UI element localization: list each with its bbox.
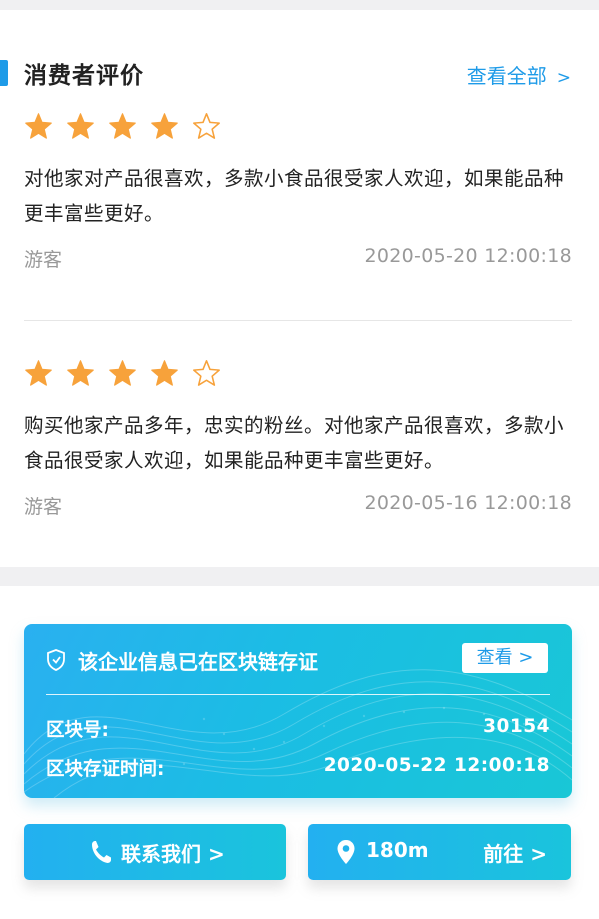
review-meta: 游客 2020-05-16 12:00:18: [24, 492, 572, 522]
section-title: 消费者评价: [24, 63, 144, 89]
review-item: 对他家对产品很喜欢，多款小食品很受家人欢迎，如果能品种更丰富些更好。 游客 20…: [24, 112, 572, 275]
block-number-label: 区块号:: [46, 720, 109, 741]
navigate-button[interactable]: 180m 前往 >: [308, 824, 571, 880]
star-empty-icon: [192, 359, 221, 389]
blockchain-title: 该企业信息已在区块链存证: [78, 650, 318, 674]
contact-us-button[interactable]: 联系我们 >: [24, 824, 286, 880]
phone-icon: [92, 841, 111, 863]
review-divider: [24, 320, 572, 321]
chevron-right-icon: >: [556, 68, 571, 88]
location-pin-icon: [337, 840, 355, 864]
block-time-label: 区块存证时间:: [46, 759, 165, 780]
blockchain-divider: [46, 694, 550, 695]
star-filled-icon: [150, 112, 179, 142]
reviews-header: 消费者评价 查看全部 >: [0, 48, 599, 96]
star-filled-icon: [66, 359, 95, 389]
star-filled-icon: [24, 112, 53, 142]
section-accent-bar: [0, 60, 8, 86]
blockchain-panel: 该企业信息已在区块链存证 查看 > 区块号: 30154 区块存证时间: 202…: [24, 624, 572, 798]
review-time: 2020-05-20 12:00:18: [364, 245, 572, 267]
star-filled-icon: [150, 359, 179, 389]
review-text: 购买他家产品多年，忠实的粉丝。对他家产品很喜欢，多款小食品很受家人欢迎，如果能品…: [24, 414, 565, 472]
star-filled-icon: [24, 359, 53, 389]
review-time: 2020-05-16 12:00:18: [364, 492, 572, 514]
star-filled-icon: [66, 112, 95, 142]
bottom-card: 该企业信息已在区块链存证 查看 > 区块号: 30154 区块存证时间: 202…: [0, 586, 599, 919]
review-item: 购买他家产品多年，忠实的粉丝。对他家产品很喜欢，多款小食品很受家人欢迎，如果能品…: [24, 359, 572, 522]
distance-value: 180m: [366, 838, 429, 862]
block-time-value: 2020-05-22 12:00:18: [323, 755, 550, 776]
star-rating: [24, 359, 572, 389]
goto-label: 前往 >: [483, 842, 547, 866]
star-filled-icon: [108, 359, 137, 389]
view-all-link[interactable]: 查看全部 >: [467, 60, 571, 89]
block-number-row: 区块号: 30154: [46, 716, 550, 744]
blockchain-view-button[interactable]: 查看 >: [462, 643, 548, 673]
block-number-value: 30154: [483, 716, 550, 737]
review-text: 对他家对产品很喜欢，多款小食品很受家人欢迎，如果能品种更丰富些更好。: [24, 167, 565, 225]
block-time-row: 区块存证时间: 2020-05-22 12:00:18: [46, 755, 550, 783]
star-filled-icon: [108, 112, 137, 142]
shield-icon: [47, 649, 65, 671]
review-user: 游客: [24, 249, 63, 271]
review-user: 游客: [24, 496, 63, 518]
view-all-label: 查看全部: [466, 64, 547, 88]
reviews-card: 消费者评价 查看全部 > 对他家对产品很喜欢，多款小食品很受家人欢迎，如果能品种更…: [0, 10, 599, 567]
review-meta: 游客 2020-05-20 12:00:18: [24, 245, 572, 275]
contact-us-label: 联系我们 >: [121, 842, 225, 866]
star-rating: [24, 112, 572, 142]
star-empty-icon: [192, 112, 221, 142]
